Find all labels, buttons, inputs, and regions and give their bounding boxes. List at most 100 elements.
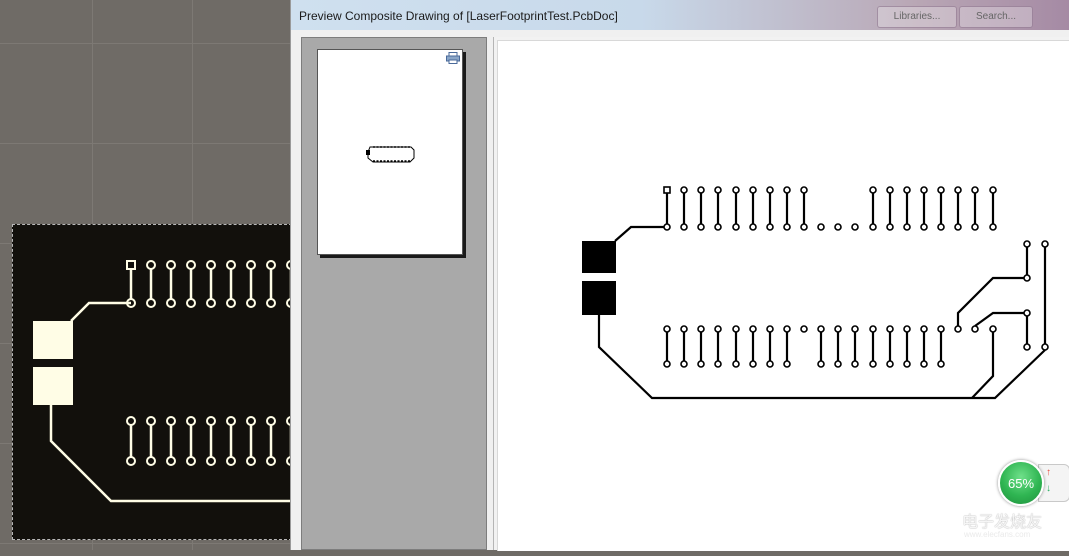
pad [126, 456, 136, 466]
preview-page [497, 40, 1069, 551]
pad [903, 360, 911, 368]
pad [766, 360, 774, 368]
pad [206, 260, 216, 270]
pad [851, 325, 859, 333]
pad [146, 298, 156, 308]
pad [1023, 274, 1031, 282]
pad [937, 223, 945, 231]
pad [886, 186, 894, 194]
pad [749, 223, 757, 231]
pad [732, 360, 740, 368]
pad [680, 360, 688, 368]
composite-drawing [582, 186, 1049, 400]
pad [146, 260, 156, 270]
pad [732, 223, 740, 231]
pad [920, 325, 928, 333]
pad [971, 223, 979, 231]
smd-pad-top [33, 321, 73, 359]
pad [166, 456, 176, 466]
pad [920, 186, 928, 194]
pad [146, 416, 156, 426]
trace [70, 301, 131, 322]
pad [246, 298, 256, 308]
trace [971, 332, 995, 399]
pad [732, 325, 740, 333]
pad [869, 186, 877, 194]
pad [246, 416, 256, 426]
pad [783, 223, 791, 231]
pad [766, 325, 774, 333]
pad [186, 260, 196, 270]
pad [954, 223, 962, 231]
pcb-board-drawing [33, 260, 291, 503]
pad [166, 260, 176, 270]
libraries-button[interactable]: Libraries... [877, 6, 957, 28]
pad [714, 325, 722, 333]
pcb-canvas[interactable] [12, 224, 292, 540]
pad [954, 186, 962, 194]
pad [766, 186, 774, 194]
up-arrow-icon[interactable]: ↑ [1046, 468, 1051, 478]
pad [989, 186, 997, 194]
pad [166, 416, 176, 426]
pad [903, 223, 911, 231]
pad [680, 223, 688, 231]
search-button[interactable]: Search... [959, 6, 1033, 28]
pad [146, 456, 156, 466]
pad [246, 456, 256, 466]
preview-window[interactable]: Preview Composite Drawing of [LaserFootp… [290, 0, 1069, 551]
pad [1041, 343, 1049, 351]
pad [680, 325, 688, 333]
pad [714, 186, 722, 194]
smd-pad-bottom [582, 281, 616, 315]
pad [206, 416, 216, 426]
pad [886, 325, 894, 333]
pad [783, 186, 791, 194]
preview-page-area[interactable] [493, 37, 1069, 551]
title-bar[interactable]: Preview Composite Drawing of [LaserFootp… [291, 0, 1069, 30]
pad [971, 325, 979, 333]
page-thumbnail-pane[interactable] [301, 37, 487, 550]
pad [697, 360, 705, 368]
pad [749, 186, 757, 194]
pad [817, 223, 825, 231]
pad [166, 298, 176, 308]
zoom-level-text: 65% [1007, 476, 1035, 491]
pad [226, 416, 236, 426]
pad [226, 260, 236, 270]
pad [186, 456, 196, 466]
trace [974, 311, 1024, 327]
pad [126, 416, 136, 426]
watermark-text: 电子发烧友 [962, 514, 1043, 531]
pad [937, 186, 945, 194]
pad [834, 360, 842, 368]
pad [920, 223, 928, 231]
pad [989, 223, 997, 231]
pad [834, 325, 842, 333]
pad [834, 223, 842, 231]
pad [186, 416, 196, 426]
pad [714, 223, 722, 231]
window-title: Preview Composite Drawing of [LaserFootp… [299, 9, 618, 23]
down-arrow-icon[interactable]: ↓ [1046, 484, 1051, 494]
pad [971, 186, 979, 194]
page-thumbnail[interactable] [317, 49, 463, 255]
pad [783, 325, 791, 333]
pad [869, 223, 877, 231]
pad [246, 260, 256, 270]
pad [851, 360, 859, 368]
pad [869, 325, 877, 333]
pad [1023, 240, 1031, 248]
square-pad [126, 260, 136, 270]
square-pad [663, 186, 671, 194]
pad [697, 325, 705, 333]
pad [749, 360, 757, 368]
pad [663, 325, 671, 333]
pad [663, 360, 671, 368]
pad [800, 186, 808, 194]
pad [714, 360, 722, 368]
pad [869, 360, 877, 368]
printer-icon[interactable] [446, 52, 460, 64]
pad [266, 260, 276, 270]
smd-pad-top [582, 241, 616, 273]
